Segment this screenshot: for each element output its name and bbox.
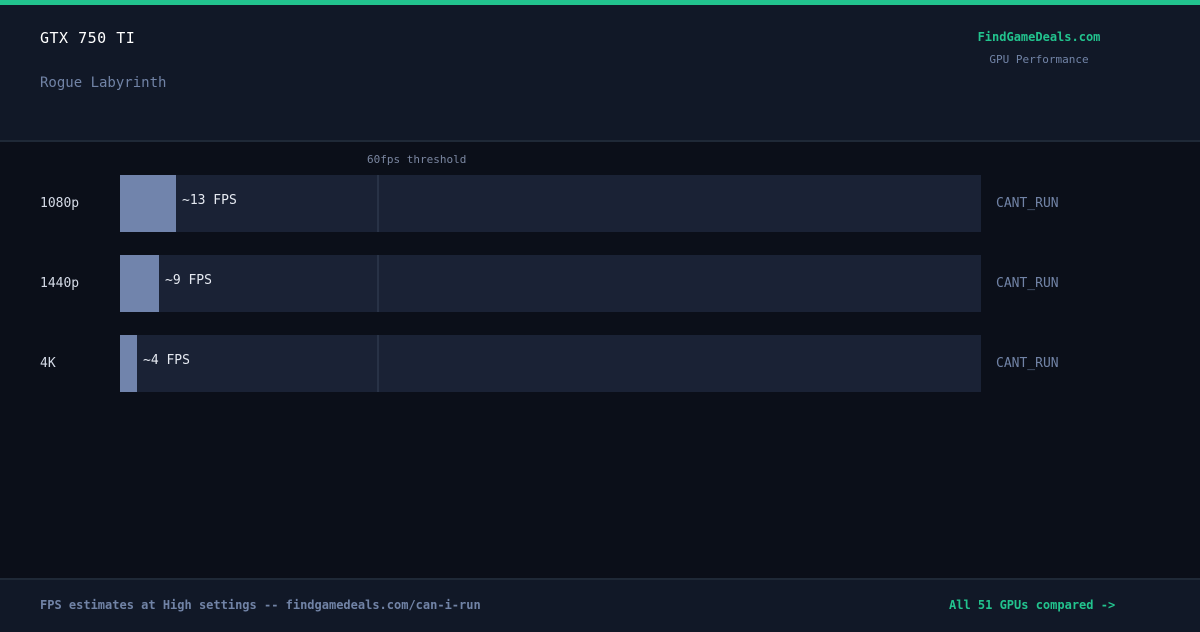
threshold-label: 60fps threshold <box>367 153 467 166</box>
header: GTX 750 TI Rogue Labyrinth FindGameDeals… <box>0 5 1200 142</box>
fps-bar <box>120 335 137 392</box>
gpu-title: GTX 750 TI <box>40 29 136 47</box>
threshold-line <box>377 175 379 232</box>
fps-value-label: ~4 FPS <box>143 353 190 368</box>
run-status: CANT_RUN <box>996 276 1059 291</box>
footer-note: FPS estimates at High settings -- findga… <box>40 598 481 612</box>
fps-value-label: ~9 FPS <box>165 273 212 288</box>
brand-name: FindGameDeals.com <box>977 30 1101 44</box>
bar-track: ~13 FPS <box>120 175 981 232</box>
run-status: CANT_RUN <box>996 196 1059 211</box>
fps-bar <box>120 255 159 312</box>
resolution-label: 1440p <box>40 276 80 291</box>
compare-all-gpus-link[interactable]: All 51 GPUs compared -> <box>949 598 1115 612</box>
game-title: Rogue Labyrinth <box>40 75 167 91</box>
footer: FPS estimates at High settings -- findga… <box>0 578 1200 632</box>
threshold-line <box>377 255 379 312</box>
header-subtitle: GPU Performance <box>989 53 1089 66</box>
run-status: CANT_RUN <box>996 356 1059 371</box>
bar-track: ~9 FPS <box>120 255 981 312</box>
resolution-label: 1080p <box>40 196 80 211</box>
resolution-label: 4K <box>40 356 56 371</box>
fps-value-label: ~13 FPS <box>182 193 237 208</box>
fps-bar <box>120 175 176 232</box>
bar-track: ~4 FPS <box>120 335 981 392</box>
threshold-line <box>377 335 379 392</box>
